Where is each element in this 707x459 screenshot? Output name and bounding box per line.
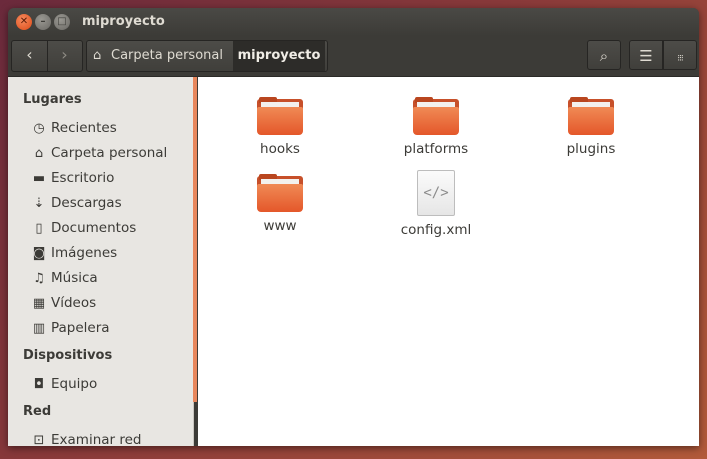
trash-icon: ▥ (32, 321, 46, 336)
sidebar-item-documentos[interactable]: ▯ Documentos (31, 220, 136, 240)
file-view: hooks platforms plugins www </> config.x… (198, 77, 699, 446)
titlebar[interactable]: ✕ – □ miproyecto (8, 8, 699, 36)
sidebar-item-label: Vídeos (51, 295, 97, 311)
file-item-www[interactable]: www (220, 174, 340, 234)
chevron-right-icon: › (61, 45, 68, 64)
sidebar-item-papelera[interactable]: ▥ Papelera (31, 320, 110, 340)
file-item-label: config.xml (400, 222, 472, 238)
file-item-config-xml[interactable]: </> config.xml (376, 170, 496, 238)
xml-file-icon: </> (417, 170, 455, 216)
download-icon: ⇣ (33, 196, 45, 211)
clock-icon: ◷ (33, 121, 45, 136)
camera-icon: ◙ (32, 246, 46, 261)
sidebar: Lugares ◷ Recientes ⌂ Carpeta personal ▬ Es… (8, 77, 194, 446)
home-icon: ⌂ (34, 146, 44, 161)
sidebar-item-videos[interactable]: ▦ Vídeos (31, 295, 96, 315)
document-icon: ▯ (35, 221, 43, 236)
sidebar-item-descargas[interactable]: ⇣ Descargas (31, 195, 122, 215)
breadcrumb-current[interactable]: miproyecto (233, 41, 325, 71)
sidebar-item-label: Escritorio (51, 170, 115, 186)
list-view-icon: ☰ (639, 47, 653, 65)
grid-view-button[interactable]: ⁝⁝⁝ (663, 40, 697, 70)
list-view-button[interactable]: ☰ (629, 40, 663, 70)
file-item-platforms[interactable]: platforms (376, 97, 496, 157)
sidebar-item-label: Equipo (51, 376, 98, 392)
sidebar-item-examinar-red[interactable]: ⊡ Examinar red (31, 432, 142, 446)
close-button[interactable]: ✕ (16, 14, 32, 30)
chevron-left-icon: ‹ (26, 45, 33, 64)
sidebar-item-label: Imágenes (51, 245, 118, 261)
search-button[interactable]: ⌕ (587, 40, 621, 70)
sidebar-item-label: Carpeta personal (51, 145, 168, 161)
sidebar-item-escritorio[interactable]: ▬ Escritorio (31, 170, 115, 190)
sidebar-header-network: Red (23, 404, 52, 419)
sidebar-header-places: Lugares (23, 92, 82, 107)
breadcrumb-home[interactable]: ⌂ Carpeta personal (87, 41, 233, 71)
toolbar: ‹ › ⌂ Carpeta personal miproyecto ⌕ ☰ ⁝⁝… (8, 36, 699, 77)
sidebar-item-label: Documentos (51, 220, 137, 236)
sidebar-item-label: Recientes (51, 120, 117, 136)
file-manager-window: ✕ – □ miproyecto ‹ › ⌂ Carpeta personal … (8, 8, 699, 446)
grid-view-icon: ⁝⁝⁝ (677, 54, 684, 64)
sidebar-item-label: Papelera (51, 320, 110, 336)
minimize-button[interactable]: – (35, 14, 51, 30)
sidebar-item-recientes[interactable]: ◷ Recientes (31, 120, 117, 140)
sidebar-item-label: Música (51, 270, 98, 286)
film-icon: ▦ (32, 296, 46, 311)
folder-icon (257, 174, 303, 212)
file-item-label: hooks (260, 141, 300, 157)
file-item-hooks[interactable]: hooks (220, 97, 340, 157)
file-item-label: platforms (403, 141, 469, 157)
folder-icon (568, 97, 614, 135)
sidebar-scroll-indicator[interactable] (193, 77, 197, 402)
sidebar-item-carpeta-personal[interactable]: ⌂ Carpeta personal (31, 145, 167, 165)
back-button[interactable]: ‹ (12, 41, 48, 71)
sidebar-item-musica[interactable]: ♫ Música (31, 270, 98, 290)
search-icon: ⌕ (599, 47, 609, 65)
sidebar-item-label: Examinar red (51, 432, 142, 446)
file-item-plugins[interactable]: plugins (531, 97, 651, 157)
sidebar-item-equipo[interactable]: ◘ Equipo (31, 376, 97, 396)
breadcrumb: ⌂ Carpeta personal miproyecto (86, 40, 328, 72)
sidebar-item-imagenes[interactable]: ◙ Imágenes (31, 245, 118, 265)
home-icon: ⌂ (93, 48, 102, 63)
folder-icon (257, 97, 303, 135)
sidebar-header-devices: Dispositivos (23, 348, 113, 363)
sidebar-item-label: Descargas (51, 195, 122, 211)
file-item-label: www (263, 218, 297, 234)
network-icon: ⊡ (33, 433, 45, 446)
file-item-label: plugins (566, 141, 616, 157)
breadcrumb-home-label: Carpeta personal (111, 48, 223, 63)
maximize-button[interactable]: □ (54, 14, 70, 30)
drive-icon: ◘ (33, 377, 45, 392)
desktop-folder-icon: ▬ (32, 171, 46, 186)
folder-icon (413, 97, 459, 135)
window-title: miproyecto (82, 14, 165, 29)
music-icon: ♫ (33, 271, 45, 286)
navigation-buttons: ‹ › (11, 40, 83, 72)
forward-button[interactable]: › (47, 41, 82, 71)
